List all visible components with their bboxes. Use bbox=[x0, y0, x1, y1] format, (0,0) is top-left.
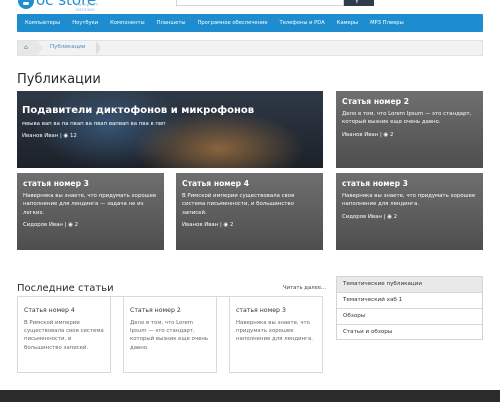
read-more-link[interactable]: Читать далее... bbox=[283, 285, 326, 291]
card-title[interactable]: Статья номер 4 bbox=[182, 179, 317, 188]
post-description: Дело в том, что Lorem Ipsum — это станда… bbox=[130, 320, 209, 351]
breadcrumb: ⌂ Публикации bbox=[17, 40, 483, 56]
post-title[interactable]: статья номер 3 bbox=[236, 307, 316, 314]
card-views: 2 bbox=[389, 131, 394, 138]
card-meta: Сидоров Иван | ◉ 2 bbox=[23, 222, 158, 228]
footer bbox=[0, 390, 500, 402]
card-views: 2 bbox=[74, 222, 79, 229]
nav-item-laptops[interactable]: Ноутбуки bbox=[72, 20, 98, 26]
logo-icon bbox=[18, 0, 34, 9]
search-icon: ⚲ bbox=[354, 0, 360, 4]
main-nav: Компьютеры Ноутбуки Компоненты Планшеты … bbox=[17, 14, 483, 32]
home-icon: ⌂ bbox=[24, 44, 28, 51]
card-author: Иванов Иван bbox=[22, 133, 59, 140]
card-description: Дело в том, что Lorem Ipsum — это станда… bbox=[342, 111, 472, 126]
card-views: 12 bbox=[69, 133, 77, 140]
card-author: Иванов Иван bbox=[342, 131, 379, 138]
card-description: мвыва вап ва па пвап ва пвап вапвап ва п… bbox=[22, 121, 166, 127]
post-title[interactable]: Статья номер 2 bbox=[130, 307, 210, 314]
nav-item-cameras[interactable]: Камеры bbox=[337, 20, 358, 26]
nav-item-tablets[interactable]: Планшеты bbox=[157, 20, 186, 26]
search-input[interactable] bbox=[176, 0, 344, 6]
breadcrumb-current[interactable]: Публикации bbox=[50, 44, 85, 50]
article-card[interactable]: статья номер 3 Наверняка вы знаете, что … bbox=[17, 173, 164, 250]
post-description: В Римской империи существовала своя сист… bbox=[24, 320, 104, 351]
card-views: 2 bbox=[229, 222, 234, 229]
latest-post[interactable]: Статья номер 4 В Римской империи существ… bbox=[17, 297, 111, 373]
card-description: В Римской империи существовала своя сист… bbox=[182, 193, 295, 216]
card-title[interactable]: Подавители диктофонов и микрофонов bbox=[22, 105, 317, 116]
card-description: Наверняка вы знаете, что придумать хорош… bbox=[23, 193, 157, 216]
breadcrumb-separator bbox=[96, 41, 101, 55]
card-meta: Иванов Иван | ◉ 2 bbox=[182, 222, 317, 228]
sidebar-categories: Тематические публикации Тематический хаб… bbox=[336, 276, 483, 340]
card-title[interactable]: статья номер 3 bbox=[23, 179, 158, 188]
card-description: Наверняка вы знаете, что придумать хорош… bbox=[342, 193, 476, 208]
header: oc store интернет-магазин ⚲ bbox=[0, 0, 500, 12]
article-card[interactable]: Статья номер 4 В Римской империи существ… bbox=[176, 173, 323, 250]
eye-icon: ◉ bbox=[63, 133, 69, 140]
card-author: Сидоров Иван bbox=[23, 222, 63, 229]
sidebar-item-themed[interactable]: Тематические публикации bbox=[337, 277, 482, 293]
latest-articles-heading: Последние статьи bbox=[17, 283, 114, 294]
latest-post[interactable]: Статья номер 2 Дело в том, что Lorem Ips… bbox=[123, 297, 217, 373]
post-description: Наверняка вы знаете, что придумать хорош… bbox=[236, 320, 314, 343]
card-meta: Иванов Иван | ◉ 2 bbox=[342, 132, 477, 138]
eye-icon: ◉ bbox=[223, 222, 229, 229]
sidebar-item-reviews[interactable]: Обзоры bbox=[337, 309, 482, 325]
post-title[interactable]: Статья номер 4 bbox=[24, 307, 104, 314]
nav-item-components[interactable]: Компоненты bbox=[110, 20, 144, 26]
search-button[interactable]: ⚲ bbox=[344, 0, 374, 6]
latest-post[interactable]: статья номер 3 Наверняка вы знаете, что … bbox=[229, 297, 323, 373]
breadcrumb-home[interactable]: ⌂ bbox=[18, 41, 43, 55]
card-meta: Иванов Иван | ◉ 12 bbox=[22, 133, 317, 139]
logo-subtitle: интернет-магазин bbox=[76, 2, 100, 12]
nav-item-mp3[interactable]: MP3 Плееры bbox=[370, 20, 404, 26]
card-title[interactable]: Статья номер 2 bbox=[342, 97, 477, 106]
eye-icon: ◉ bbox=[383, 131, 389, 138]
card-author: Иванов Иван bbox=[182, 222, 219, 229]
logo[interactable]: oc store интернет-магазин bbox=[18, 0, 108, 12]
card-author: Сидоров Иван bbox=[342, 213, 382, 220]
nav-item-phones[interactable]: Телефоны и PDA bbox=[280, 20, 325, 26]
card-title[interactable]: статья номер 3 bbox=[342, 179, 477, 188]
card-meta: Сидоров Иван | ◉ 2 bbox=[342, 214, 477, 220]
nav-item-software[interactable]: Програмное обеспечение bbox=[197, 20, 267, 26]
featured-card[interactable]: Подавители диктофонов и микрофонов мвыва… bbox=[17, 91, 323, 168]
article-card[interactable]: Статья номер 2 Дело в том, что Lorem Ips… bbox=[336, 91, 483, 168]
sidebar-item-articles[interactable]: Статьи и обзоры bbox=[337, 325, 482, 341]
article-card[interactable]: статья номер 3 Наверняка вы знаете, что … bbox=[336, 173, 483, 250]
eye-icon: ◉ bbox=[68, 222, 73, 229]
card-views: 2 bbox=[393, 213, 398, 220]
eye-icon: ◉ bbox=[387, 213, 392, 220]
sidebar-item-hub-1[interactable]: Тематический хаб 1 bbox=[337, 293, 482, 309]
page-title: Публикации bbox=[17, 72, 101, 87]
nav-item-computers[interactable]: Компьютеры bbox=[25, 20, 60, 26]
